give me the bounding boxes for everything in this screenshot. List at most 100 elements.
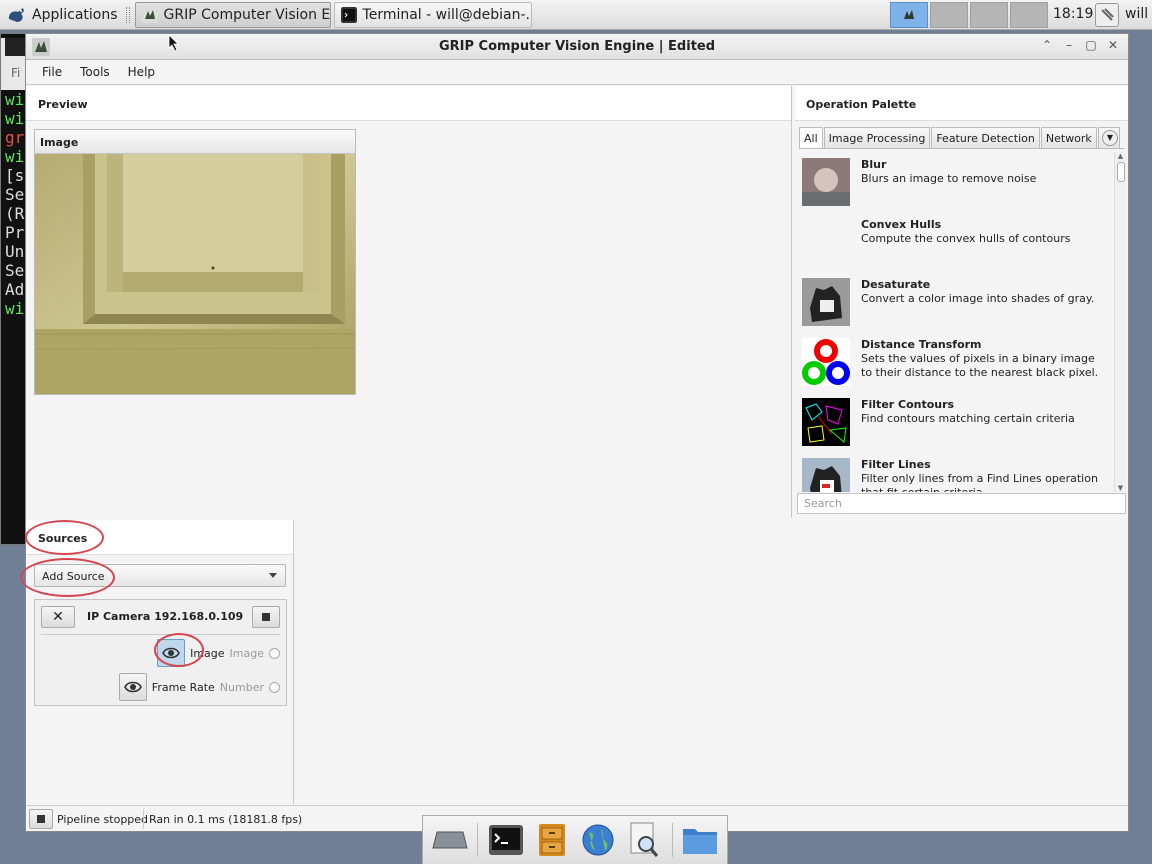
operation-filter-contours[interactable]: Filter Contours Find contours matching c… [799, 392, 1113, 452]
scroll-up-icon[interactable]: ▲ [1115, 152, 1126, 160]
xfce-mouse-icon [8, 7, 24, 22]
workspace-3[interactable] [970, 2, 1008, 28]
search-icon[interactable] [625, 821, 663, 859]
tab-feature-detection[interactable]: Feature Detection [931, 127, 1040, 148]
tab-all[interactable]: All [799, 127, 823, 148]
operation-name: Convex Hulls [861, 218, 942, 231]
workspace-1[interactable] [890, 2, 928, 28]
file-cabinet-icon[interactable] [533, 821, 571, 859]
operation-desaturate[interactable]: Desaturate Convert a color image into sh… [799, 272, 1113, 332]
terminal-launcher-icon[interactable] [487, 821, 525, 859]
task-grip-label: GRIP Computer Vision E... [163, 6, 331, 23]
task-terminal[interactable]: Terminal - will@debian-... [333, 1, 532, 28]
operation-desc: Convert a color image into shades of gra… [861, 292, 1095, 305]
output-socket-handle[interactable] [269, 647, 280, 659]
scroll-down-icon[interactable]: ▼ [1115, 484, 1126, 492]
menu-tools[interactable]: Tools [74, 65, 122, 79]
operation-desc: Find contours matching certain criteria [861, 412, 1075, 425]
palette-header: Operation Palette [795, 86, 1128, 121]
socket-label: Image [190, 646, 225, 660]
tabs-overflow-icon[interactable]: ▼ [1102, 130, 1118, 146]
workspace-4[interactable] [1010, 2, 1048, 28]
maximize-icon[interactable]: ▢ [1084, 38, 1098, 52]
menu-bar: File Tools Help [26, 60, 1128, 85]
distance-transform-thumbnail-icon [802, 338, 850, 386]
stop-icon [37, 815, 45, 823]
source-name: IP Camera 192.168.0.109 [87, 610, 244, 623]
terminal-app-icon [340, 6, 357, 23]
eye-icon [123, 681, 142, 693]
sources-header: Sources [26, 520, 293, 555]
camera-image [34, 154, 356, 394]
operation-blur[interactable]: Blur Blurs an image to remove noise [799, 152, 1113, 212]
desaturate-thumbnail-icon [802, 278, 850, 326]
status-divider [143, 809, 144, 829]
pipeline-state: Pipeline stopped [57, 813, 149, 826]
task-terminal-label: Terminal - will@debian-... [362, 6, 532, 23]
remove-source-button[interactable]: ✕ [41, 606, 75, 628]
close-icon: ✕ [52, 609, 64, 625]
panel-separator [125, 6, 130, 23]
add-source-dropdown[interactable]: Add Source [34, 564, 286, 587]
minimize-icon[interactable]: – [1062, 38, 1076, 52]
add-source-label: Add Source [42, 570, 105, 583]
pipeline-stop-button[interactable] [29, 809, 53, 829]
grip-window: GRIP Computer Vision Engine | Edited ⌃ –… [25, 33, 1129, 832]
tab-image-processing[interactable]: Image Processing [823, 127, 931, 148]
operation-name: Desaturate [861, 278, 931, 291]
user-name[interactable]: will [1125, 6, 1148, 22]
dropdown-arrow-icon [269, 573, 277, 578]
socket-label: Frame Rate [151, 680, 215, 694]
stop-source-button[interactable] [252, 606, 280, 628]
socket-type: Image [229, 646, 264, 660]
operation-search-input[interactable]: Search [797, 493, 1126, 514]
output-socket-handle[interactable] [269, 681, 280, 693]
bottom-dock [422, 815, 728, 864]
palette-tabs: All Image Processing Feature Detection N… [799, 127, 1124, 149]
close-icon[interactable]: ✕ [1106, 38, 1120, 52]
source-card: ✕ IP Camera 192.168.0.109 Image Image Fr… [34, 599, 287, 706]
operation-filter-lines[interactable]: Filter Lines Filter only lines from a Fi… [799, 452, 1113, 492]
operation-name: Filter Contours [861, 398, 955, 411]
filter-lines-thumbnail-icon [802, 458, 850, 492]
socket-row-frame-rate: Frame Rate Number [118, 673, 280, 701]
grip-app-icon [904, 10, 914, 19]
dock-separator [477, 823, 479, 857]
operation-list-scrollbar[interactable]: ▲ ▼ [1114, 152, 1126, 492]
operation-convex-hulls[interactable]: Convex Hulls Compute the convex hulls of… [799, 212, 1113, 272]
preview-toggle-button[interactable] [118, 673, 147, 701]
folder-icon[interactable] [681, 821, 719, 859]
preview-header: Preview [26, 86, 791, 121]
task-grip[interactable]: GRIP Computer Vision E... [134, 1, 331, 28]
image-preview-title[interactable]: Image [35, 130, 355, 154]
show-desktop-icon[interactable] [431, 821, 469, 859]
shade-icon[interactable]: ⌃ [1040, 38, 1054, 52]
pipeline-canvas[interactable] [295, 520, 1128, 804]
window-titlebar[interactable]: GRIP Computer Vision Engine | Edited ⌃ –… [26, 34, 1128, 60]
applications-menu-button[interactable]: Applications [0, 0, 124, 30]
tab-network[interactable]: Network [1040, 127, 1097, 148]
preview-toggle-button[interactable] [157, 639, 186, 667]
divider [41, 634, 280, 635]
window-controls: ⌃ – ▢ ✕ [1040, 38, 1120, 52]
workspace-2[interactable] [930, 2, 968, 28]
operation-name: Filter Lines [861, 458, 931, 471]
operation-palette: Operation Palette All Image Processing F… [795, 86, 1128, 518]
pipeline-run-info: Ran in 0.1 ms (18181.8 fps) [149, 813, 303, 826]
menu-file[interactable]: File [36, 65, 74, 79]
blur-thumbnail-icon [802, 158, 850, 206]
user-switch-icon[interactable] [1095, 3, 1119, 27]
dock-separator [671, 823, 673, 857]
operation-name: Distance Transform [861, 338, 982, 351]
operation-distance-transform[interactable]: Distance Transform Sets the values of pi… [799, 332, 1113, 392]
operation-list: Blur Blurs an image to remove noise Conv… [799, 152, 1113, 492]
applications-label: Applications [32, 6, 118, 23]
workspace-switcher [890, 2, 1048, 28]
scrollbar-thumb[interactable] [1117, 162, 1125, 182]
stop-icon [262, 613, 270, 621]
menu-help[interactable]: Help [122, 65, 167, 79]
web-browser-icon[interactable] [579, 821, 617, 859]
image-preview-card: Image [34, 129, 356, 395]
operation-name: Blur [861, 158, 887, 171]
eye-icon [162, 647, 180, 659]
